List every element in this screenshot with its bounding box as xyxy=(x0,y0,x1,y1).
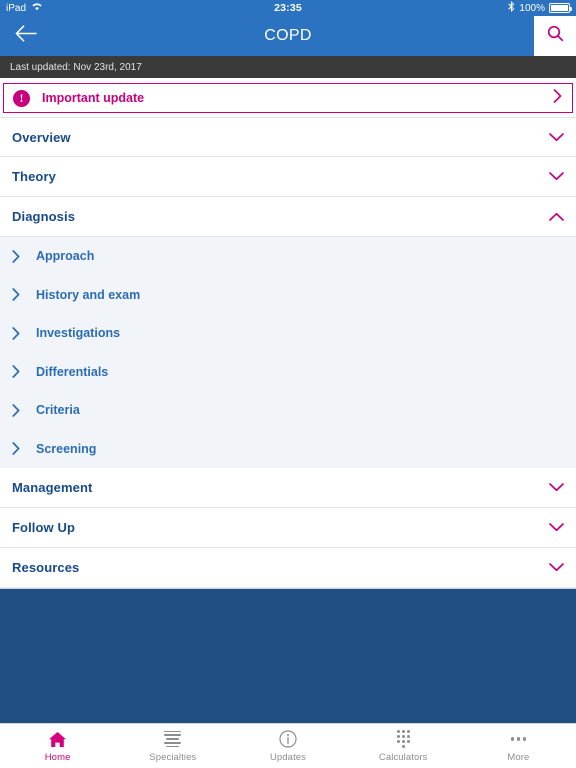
chevron-right-icon xyxy=(12,442,36,456)
search-button[interactable] xyxy=(534,16,576,56)
ellipsis-icon xyxy=(510,730,527,749)
chevron-right-icon xyxy=(12,326,36,340)
battery-percent: 100% xyxy=(519,2,545,14)
home-icon xyxy=(48,730,67,749)
subsection-item-label: Criteria xyxy=(36,403,80,418)
ellipsis-icon-dots xyxy=(510,737,527,741)
section-header-management[interactable]: Management xyxy=(0,468,576,508)
chevron-down-icon xyxy=(549,483,564,492)
subsection-item-label: History and exam xyxy=(36,287,141,302)
subsection-item-history-and-exam[interactable]: History and exam xyxy=(0,276,576,315)
section-header-diagnosis[interactable]: Diagnosis xyxy=(0,197,576,237)
chevron-down-icon xyxy=(549,132,564,142)
status-bar: iPad 23:35 100% xyxy=(0,0,576,16)
chevron-down-icon xyxy=(549,523,564,532)
section-title: Diagnosis xyxy=(12,209,76,224)
subsection-item-label: Screening xyxy=(36,441,97,456)
chevron-right-icon xyxy=(12,249,36,263)
list-icon-lines xyxy=(164,730,182,748)
subsection-item-screening[interactable]: Screening xyxy=(0,430,576,469)
subsection-item-label: Approach xyxy=(36,249,95,264)
tab-label: Home xyxy=(44,751,71,763)
chevron-right-icon xyxy=(12,288,36,302)
subsection-item-label: Investigations xyxy=(36,326,121,341)
battery-full-icon xyxy=(549,3,572,13)
section-title: Management xyxy=(12,480,93,495)
tab-home[interactable]: Home xyxy=(0,724,115,768)
tab-label: Updates xyxy=(269,751,307,763)
bottom-tab-bar: Home Specialties Updates Calculators More xyxy=(0,723,576,768)
subsection-list: Approach History and exam Investigations Di… xyxy=(0,237,576,468)
section-title: Theory xyxy=(12,169,56,184)
subsection-item-label: Differentials xyxy=(36,364,109,379)
chevron-down-icon xyxy=(549,172,564,181)
important-update-row[interactable]: ! Important update xyxy=(3,83,573,113)
last-updated-bar: Last updated: Nov 23rd, 2017 xyxy=(0,56,576,78)
back-arrow-icon xyxy=(15,25,37,47)
chevron-down-icon xyxy=(549,563,564,572)
status-bar-time: 23:35 xyxy=(274,2,302,14)
tab-specialties[interactable]: Specialties xyxy=(115,724,230,768)
section-header-overview[interactable]: Overview xyxy=(0,117,576,157)
important-update-container: ! Important update xyxy=(0,78,576,117)
chevron-right-icon xyxy=(553,88,562,108)
tab-updates[interactable]: Updates xyxy=(230,724,345,768)
list-icon xyxy=(164,730,182,749)
status-bar-right: 100% xyxy=(508,1,572,15)
info-icon xyxy=(279,730,297,749)
section-title: Overview xyxy=(12,129,71,145)
tab-label: Specialties xyxy=(149,751,197,763)
keypad-icon xyxy=(396,730,410,749)
section-title: Follow Up xyxy=(12,520,75,535)
section-header-resources[interactable]: Resources xyxy=(0,548,576,588)
page-title: COPD xyxy=(264,27,312,44)
app-root: iPad 23:35 100% COPD Last updated: Nov 2… xyxy=(0,0,576,768)
exclamation-circle-icon: ! xyxy=(13,89,30,107)
important-update-label: Important update xyxy=(42,91,145,105)
chevron-up-icon xyxy=(549,212,564,221)
wifi-icon xyxy=(31,2,43,14)
chevron-right-icon xyxy=(12,403,36,417)
bluetooth-icon xyxy=(508,1,515,15)
keypad-icon-dots xyxy=(396,730,410,748)
tab-calculators[interactable]: Calculators xyxy=(346,724,461,768)
section-header-theory[interactable]: Theory xyxy=(0,157,576,197)
tab-more[interactable]: More xyxy=(461,724,576,768)
topic-section-list: Overview Theory Diagnosis Approach History a… xyxy=(0,117,576,588)
navigation-bar: COPD xyxy=(0,16,576,56)
last-updated-text: Last updated: Nov 23rd, 2017 xyxy=(10,61,142,73)
subsection-item-approach[interactable]: Approach xyxy=(0,237,576,276)
device-name: iPad xyxy=(6,2,27,14)
back-button[interactable] xyxy=(0,16,52,56)
status-bar-left: iPad xyxy=(6,2,43,14)
subsection-item-differentials[interactable]: Differentials xyxy=(0,353,576,392)
section-header-follow-up[interactable]: Follow Up xyxy=(0,508,576,548)
background-filler xyxy=(0,588,576,723)
subsection-item-criteria[interactable]: Criteria xyxy=(0,391,576,430)
search-icon xyxy=(547,25,564,47)
chevron-right-icon xyxy=(12,365,36,379)
tab-label: Calculators xyxy=(378,751,428,763)
tab-label: More xyxy=(507,751,530,763)
subsection-item-investigations[interactable]: Investigations xyxy=(0,314,576,353)
section-title: Resources xyxy=(12,560,80,575)
